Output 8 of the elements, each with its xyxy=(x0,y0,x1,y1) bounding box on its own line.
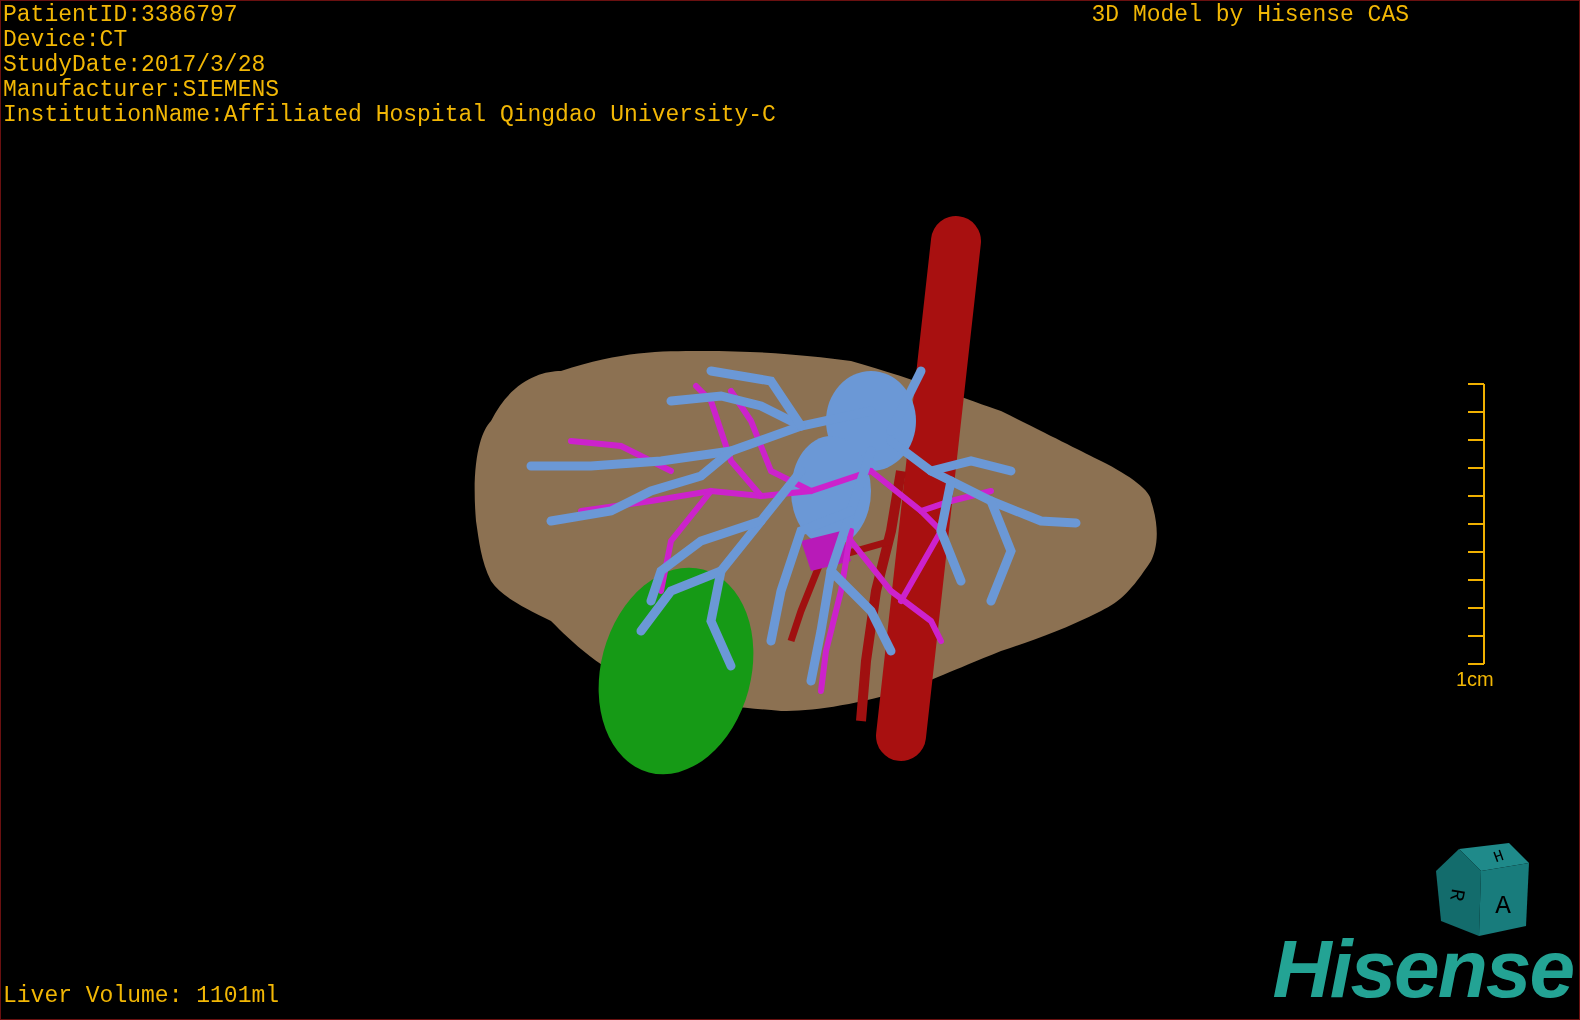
patient-info-text: InstitutionName:Affiliated Hospital Qingdao University-C xyxy=(3,103,776,128)
patient-info-text: Manufacturer:SIEMENS xyxy=(3,78,281,103)
viewer-title: 3D Model by Hisense CAS xyxy=(1091,3,1409,28)
patient-info-text: Device:CT xyxy=(3,28,129,53)
patient-info-text: StudyDate:2017/3/28 xyxy=(3,53,267,78)
liver-volume-text: Liver Volume: 1101ml xyxy=(3,984,281,1009)
patient-info-text: PatientID:3386797 xyxy=(3,3,239,28)
scale-label: 1cm xyxy=(1456,667,1494,692)
